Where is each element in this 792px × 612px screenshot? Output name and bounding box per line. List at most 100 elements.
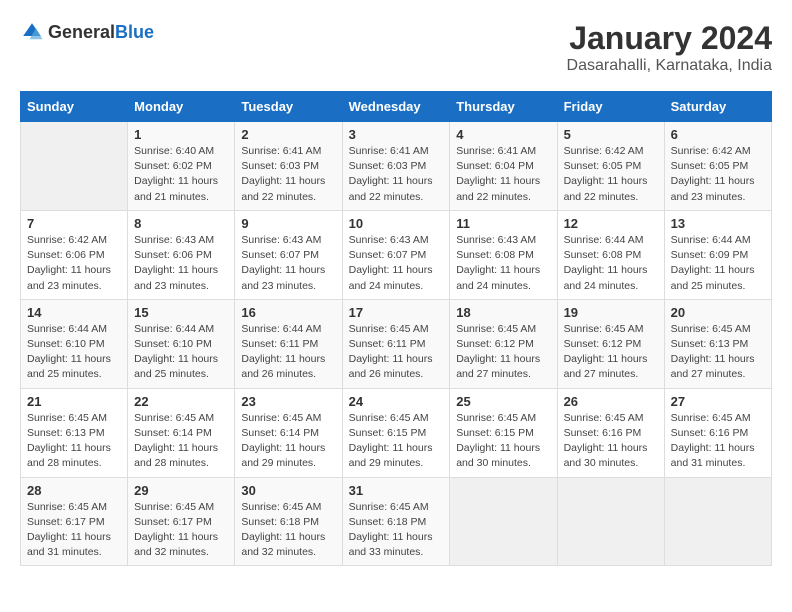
sun-info: Sunrise: 6:45 AMSunset: 6:16 PMDaylight:…: [671, 411, 765, 472]
header-thursday: Thursday: [450, 92, 557, 122]
sun-info: Sunrise: 6:41 AMSunset: 6:03 PMDaylight:…: [241, 144, 335, 205]
calendar-cell: 6 Sunrise: 6:42 AMSunset: 6:05 PMDaylight…: [664, 122, 771, 211]
header-friday: Friday: [557, 92, 664, 122]
logo: GeneralBlue: [20, 20, 154, 44]
page-header: GeneralBlue January 2024 Dasarahalli, Ka…: [20, 20, 772, 75]
sun-info: Sunrise: 6:44 AMSunset: 6:09 PMDaylight:…: [671, 233, 765, 294]
sun-info: Sunrise: 6:43 AMSunset: 6:07 PMDaylight:…: [241, 233, 335, 294]
day-number: 3: [349, 127, 444, 142]
day-number: 9: [241, 216, 335, 231]
day-number: 27: [671, 394, 765, 409]
calendar-cell: 24 Sunrise: 6:45 AMSunset: 6:15 PMDayligh…: [342, 388, 450, 477]
logo-text-general: General: [48, 22, 115, 42]
sun-info: Sunrise: 6:45 AMSunset: 6:18 PMDaylight:…: [241, 500, 335, 561]
week-row-1: 1 Sunrise: 6:40 AMSunset: 6:02 PMDaylight…: [21, 122, 772, 211]
page-title: January 2024: [567, 20, 772, 57]
day-number: 25: [456, 394, 550, 409]
calendar-cell: 14Sunrise: 6:44 AMSunset: 6:10 PMDayligh…: [21, 299, 128, 388]
sun-info: Sunrise: 6:45 AMSunset: 6:18 PMDaylight:…: [349, 500, 444, 561]
day-number: 12: [564, 216, 658, 231]
day-number: 30: [241, 483, 335, 498]
day-number: 15: [134, 305, 228, 320]
calendar-cell: 25 Sunrise: 6:45 AMSunset: 6:15 PMDayligh…: [450, 388, 557, 477]
day-number: 22: [134, 394, 228, 409]
calendar-cell: 30 Sunrise: 6:45 AMSunset: 6:18 PMDayligh…: [235, 477, 342, 566]
header-sunday: Sunday: [21, 92, 128, 122]
calendar-cell: 21 Sunrise: 6:45 AMSunset: 6:13 PMDayligh…: [21, 388, 128, 477]
sun-info: Sunrise: 6:45 AMSunset: 6:15 PMDaylight:…: [349, 411, 444, 472]
sun-info: Sunrise: 6:45 AMSunset: 6:17 PMDaylight:…: [134, 500, 228, 561]
sun-info: Sunrise: 6:41 AMSunset: 6:04 PMDaylight:…: [456, 144, 550, 205]
calendar-cell: 4 Sunrise: 6:41 AMSunset: 6:04 PMDaylight…: [450, 122, 557, 211]
calendar-cell: 10Sunrise: 6:43 AMSunset: 6:07 PMDayligh…: [342, 210, 450, 299]
calendar-cell: 5Sunrise: 6:42 AMSunset: 6:05 PMDaylight…: [557, 122, 664, 211]
day-number: 21: [27, 394, 121, 409]
day-number: 26: [564, 394, 658, 409]
calendar-cell: 11 Sunrise: 6:43 AMSunset: 6:08 PMDayligh…: [450, 210, 557, 299]
header-saturday: Saturday: [664, 92, 771, 122]
day-number: 6: [671, 127, 765, 142]
page-subtitle: Dasarahalli, Karnataka, India: [567, 57, 772, 75]
day-number: 18: [456, 305, 550, 320]
day-number: 2: [241, 127, 335, 142]
header-wednesday: Wednesday: [342, 92, 450, 122]
week-row-2: 7 Sunrise: 6:42 AMSunset: 6:06 PMDaylight…: [21, 210, 772, 299]
calendar-table: SundayMondayTuesdayWednesdayThursdayFrid…: [20, 91, 772, 566]
calendar-cell: 29 Sunrise: 6:45 AMSunset: 6:17 PMDayligh…: [128, 477, 235, 566]
calendar-header-row: SundayMondayTuesdayWednesdayThursdayFrid…: [21, 92, 772, 122]
day-number: 19: [564, 305, 658, 320]
day-number: 17: [349, 305, 444, 320]
day-number: 8: [134, 216, 228, 231]
sun-info: Sunrise: 6:44 AMSunset: 6:10 PMDaylight:…: [27, 322, 121, 383]
calendar-cell: 13 Sunrise: 6:44 AMSunset: 6:09 PMDayligh…: [664, 210, 771, 299]
sun-info: Sunrise: 6:45 AMSunset: 6:13 PMDaylight:…: [27, 411, 121, 472]
sun-info: Sunrise: 6:45 AMSunset: 6:17 PMDaylight:…: [27, 500, 121, 561]
day-number: 24: [349, 394, 444, 409]
day-number: 1: [134, 127, 228, 142]
calendar-cell: 8 Sunrise: 6:43 AMSunset: 6:06 PMDaylight…: [128, 210, 235, 299]
week-row-3: 14Sunrise: 6:44 AMSunset: 6:10 PMDayligh…: [21, 299, 772, 388]
sun-info: Sunrise: 6:43 AMSunset: 6:08 PMDaylight:…: [456, 233, 550, 294]
logo-icon: [20, 20, 44, 44]
sun-info: Sunrise: 6:45 AMSunset: 6:15 PMDaylight:…: [456, 411, 550, 472]
calendar-cell: [664, 477, 771, 566]
sun-info: Sunrise: 6:40 AMSunset: 6:02 PMDaylight:…: [134, 144, 228, 205]
calendar-cell: [450, 477, 557, 566]
sun-info: Sunrise: 6:45 AMSunset: 6:14 PMDaylight:…: [241, 411, 335, 472]
sun-info: Sunrise: 6:43 AMSunset: 6:06 PMDaylight:…: [134, 233, 228, 294]
sun-info: Sunrise: 6:45 AMSunset: 6:12 PMDaylight:…: [564, 322, 658, 383]
sun-info: Sunrise: 6:45 AMSunset: 6:14 PMDaylight:…: [134, 411, 228, 472]
calendar-cell: 31Sunrise: 6:45 AMSunset: 6:18 PMDayligh…: [342, 477, 450, 566]
calendar-cell: 28 Sunrise: 6:45 AMSunset: 6:17 PMDayligh…: [21, 477, 128, 566]
calendar-cell: 20Sunrise: 6:45 AMSunset: 6:13 PMDayligh…: [664, 299, 771, 388]
day-number: 29: [134, 483, 228, 498]
day-number: 13: [671, 216, 765, 231]
day-number: 4: [456, 127, 550, 142]
calendar-cell: 27 Sunrise: 6:45 AMSunset: 6:16 PMDayligh…: [664, 388, 771, 477]
calendar-cell: 23 Sunrise: 6:45 AMSunset: 6:14 PMDayligh…: [235, 388, 342, 477]
calendar-cell: 18Sunrise: 6:45 AMSunset: 6:12 PMDayligh…: [450, 299, 557, 388]
calendar-cell: 7 Sunrise: 6:42 AMSunset: 6:06 PMDaylight…: [21, 210, 128, 299]
day-number: 28: [27, 483, 121, 498]
header-monday: Monday: [128, 92, 235, 122]
calendar-cell: 19 Sunrise: 6:45 AMSunset: 6:12 PMDayligh…: [557, 299, 664, 388]
calendar-cell: 17Sunrise: 6:45 AMSunset: 6:11 PMDayligh…: [342, 299, 450, 388]
sun-info: Sunrise: 6:42 AMSunset: 6:05 PMDaylight:…: [671, 144, 765, 205]
calendar-cell: [557, 477, 664, 566]
day-number: 23: [241, 394, 335, 409]
calendar-cell: 3Sunrise: 6:41 AMSunset: 6:03 PMDaylight…: [342, 122, 450, 211]
calendar-cell: 12Sunrise: 6:44 AMSunset: 6:08 PMDayligh…: [557, 210, 664, 299]
day-number: 11: [456, 216, 550, 231]
week-row-4: 21 Sunrise: 6:45 AMSunset: 6:13 PMDayligh…: [21, 388, 772, 477]
day-number: 16: [241, 305, 335, 320]
sun-info: Sunrise: 6:42 AMSunset: 6:06 PMDaylight:…: [27, 233, 121, 294]
calendar-cell: 26Sunrise: 6:45 AMSunset: 6:16 PMDayligh…: [557, 388, 664, 477]
day-number: 7: [27, 216, 121, 231]
title-block: January 2024 Dasarahalli, Karnataka, Ind…: [567, 20, 772, 75]
sun-info: Sunrise: 6:44 AMSunset: 6:11 PMDaylight:…: [241, 322, 335, 383]
sun-info: Sunrise: 6:42 AMSunset: 6:05 PMDaylight:…: [564, 144, 658, 205]
week-row-5: 28 Sunrise: 6:45 AMSunset: 6:17 PMDayligh…: [21, 477, 772, 566]
calendar-cell: 1 Sunrise: 6:40 AMSunset: 6:02 PMDaylight…: [128, 122, 235, 211]
header-tuesday: Tuesday: [235, 92, 342, 122]
sun-info: Sunrise: 6:45 AMSunset: 6:13 PMDaylight:…: [671, 322, 765, 383]
